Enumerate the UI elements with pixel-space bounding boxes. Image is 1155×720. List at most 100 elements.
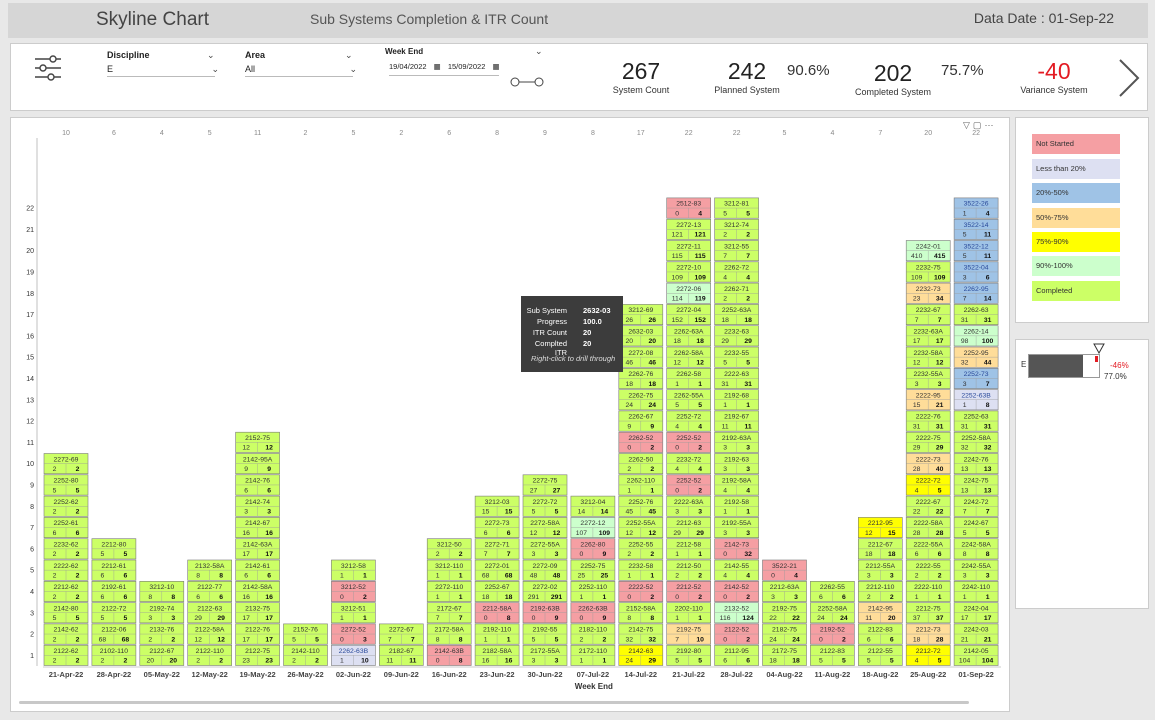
- subsystem-done-label[interactable]: 104: [959, 658, 971, 665]
- subsystem-id-label[interactable]: 3212-03: [485, 499, 510, 506]
- subsystem-total-label[interactable]: 3: [698, 509, 702, 516]
- legend-item[interactable]: 20%-50%: [1032, 183, 1120, 203]
- subsystem-done-label[interactable]: 12: [530, 530, 538, 537]
- subsystem-total-label[interactable]: 7: [986, 509, 990, 516]
- subsystem-total-label[interactable]: 8: [459, 658, 463, 665]
- subsystem-total-label[interactable]: 9: [650, 423, 654, 430]
- subsystem-done-label[interactable]: 13: [961, 466, 969, 473]
- subsystem-done-label[interactable]: 12: [242, 445, 250, 452]
- area-slicer[interactable]: Area ⌄ All ⌄: [245, 50, 357, 77]
- subsystem-total-label[interactable]: 2: [603, 636, 607, 643]
- subsystem-id-label[interactable]: 2232-63A: [913, 329, 943, 336]
- subsystem-done-label[interactable]: 1: [963, 402, 967, 409]
- subsystem-id-label[interactable]: 2192-75: [676, 627, 701, 634]
- subsystem-done-label[interactable]: 5: [819, 658, 823, 665]
- subsystem-done-label[interactable]: 6: [484, 530, 488, 537]
- subsystem-done-label[interactable]: 291: [528, 594, 540, 601]
- subsystem-done-label[interactable]: 4: [723, 274, 727, 281]
- subsystem-total-label[interactable]: 5: [76, 615, 80, 622]
- subsystem-done-label[interactable]: 8: [963, 551, 967, 558]
- subsystem-done-label[interactable]: 6: [819, 594, 823, 601]
- subsystem-done-label[interactable]: 5: [532, 636, 536, 643]
- subsystem-done-label[interactable]: 109: [911, 274, 923, 281]
- subsystem-done-label[interactable]: 12: [194, 636, 202, 643]
- subsystem-total-label[interactable]: 2: [650, 551, 654, 558]
- subsystem-done-label[interactable]: 0: [675, 210, 679, 217]
- subsystem-id-label[interactable]: 2222-76: [916, 414, 941, 421]
- subsystem-id-label[interactable]: 2212-80: [101, 542, 126, 549]
- subsystem-id-label[interactable]: 2242-03: [964, 627, 989, 634]
- subsystem-id-label[interactable]: 2152-58A: [626, 605, 656, 612]
- subsystem-total-label[interactable]: 18: [888, 551, 896, 558]
- subsystem-id-label[interactable]: 2122-83: [868, 627, 893, 634]
- subsystem-total-label[interactable]: 5: [890, 658, 894, 665]
- subsystem-done-label[interactable]: 11: [865, 615, 872, 622]
- subsystem-total-label[interactable]: 40: [936, 466, 944, 473]
- subsystem-id-label[interactable]: 2122-67: [149, 648, 174, 655]
- subsystem-done-label[interactable]: 1: [915, 594, 919, 601]
- subsystem-id-label[interactable]: 2252-55: [628, 542, 653, 549]
- subsystem-total-label[interactable]: 2: [124, 658, 128, 665]
- subsystem-id-label[interactable]: 2232-55: [724, 350, 749, 357]
- subsystem-id-label[interactable]: 2172-75: [772, 648, 797, 655]
- subsystem-total-label[interactable]: 3: [746, 445, 750, 452]
- subsystem-id-label[interactable]: 3212-50: [437, 542, 462, 549]
- subsystem-total-label[interactable]: 1: [650, 487, 654, 494]
- subsystem-done-label[interactable]: 1: [340, 573, 344, 580]
- subsystem-total-label[interactable]: 2: [650, 445, 654, 452]
- subsystem-id-label[interactable]: 2262-55: [820, 584, 845, 591]
- subsystem-done-label[interactable]: 2: [627, 466, 631, 473]
- subsystem-total-label[interactable]: 13: [984, 487, 992, 494]
- subsystem-done-label[interactable]: 4: [915, 658, 919, 665]
- variance-bar-fill[interactable]: [1029, 355, 1083, 377]
- subsystem-total-label[interactable]: 21: [936, 402, 944, 409]
- subsystem-total-label[interactable]: 13: [984, 466, 992, 473]
- subsystem-total-label[interactable]: 2: [746, 594, 750, 601]
- subsystem-id-label[interactable]: 2232-67: [916, 307, 941, 314]
- subsystem-done-label[interactable]: 5: [675, 658, 679, 665]
- subsystem-id-label[interactable]: 2142-80: [54, 605, 79, 612]
- subsystem-total-label[interactable]: 2: [746, 232, 750, 239]
- subsystem-done-label[interactable]: 20: [626, 338, 634, 345]
- subsystem-done-label[interactable]: 17: [242, 551, 250, 558]
- subsystem-id-label[interactable]: 2172-55A: [530, 648, 560, 655]
- subsystem-id-label[interactable]: 2212-52: [676, 584, 701, 591]
- subsystem-total-label[interactable]: 12: [696, 360, 704, 367]
- subsystem-total-label[interactable]: 1: [603, 594, 607, 601]
- subsystem-id-label[interactable]: 2222-55A: [913, 542, 943, 549]
- subsystem-total-label[interactable]: 1: [698, 381, 702, 388]
- subsystem-id-label[interactable]: 2252-58A: [961, 435, 991, 442]
- subsystem-done-label[interactable]: 0: [723, 636, 727, 643]
- subsystem-done-label[interactable]: 3: [723, 530, 727, 537]
- subsystem-id-label[interactable]: 2242-01: [916, 243, 941, 250]
- chevron-right-icon[interactable]: [1114, 56, 1142, 100]
- subsystem-done-label[interactable]: 29: [194, 615, 202, 622]
- subsystem-done-label[interactable]: 2: [53, 573, 57, 580]
- subsystem-id-label[interactable]: 2272-73: [485, 520, 510, 527]
- subsystem-total-label[interactable]: 6: [986, 274, 990, 281]
- subsystem-id-label[interactable]: 2192-58A: [722, 478, 752, 485]
- subsystem-done-label[interactable]: 18: [865, 551, 873, 558]
- subsystem-total-label[interactable]: 5: [555, 509, 559, 516]
- subsystem-total-label[interactable]: 4: [794, 573, 798, 580]
- subsystem-done-label[interactable]: 0: [771, 573, 775, 580]
- subsystem-id-label[interactable]: 2242-110: [962, 584, 990, 591]
- subsystem-total-label[interactable]: 29: [696, 530, 704, 537]
- subsystem-id-label[interactable]: 2122-06: [101, 627, 126, 634]
- subsystem-id-label[interactable]: 2262-71: [724, 286, 749, 293]
- subsystem-id-label[interactable]: 2252-63B: [961, 392, 991, 399]
- subsystem-total-label[interactable]: 25: [601, 573, 609, 580]
- subsystem-id-label[interactable]: 2262-63B: [578, 605, 608, 612]
- subsystem-id-label[interactable]: 3212-58: [341, 563, 366, 570]
- subsystem-id-label[interactable]: 2142-74: [245, 499, 270, 506]
- subsystem-id-label[interactable]: 2142-67: [245, 520, 270, 527]
- filter-sliders-icon[interactable]: [33, 54, 63, 82]
- subsystem-id-label[interactable]: 2262-55A: [674, 392, 704, 399]
- subsystem-done-label[interactable]: 2: [101, 658, 105, 665]
- subsystem-done-label[interactable]: 29: [913, 445, 921, 452]
- subsystem-total-label[interactable]: 26: [649, 317, 657, 324]
- subsystem-total-label[interactable]: 1: [459, 594, 463, 601]
- subsystem-id-label[interactable]: 3212-51: [341, 605, 366, 612]
- subsystem-total-label[interactable]: 6: [76, 530, 80, 537]
- legend-item[interactable]: Less than 20%: [1032, 159, 1120, 179]
